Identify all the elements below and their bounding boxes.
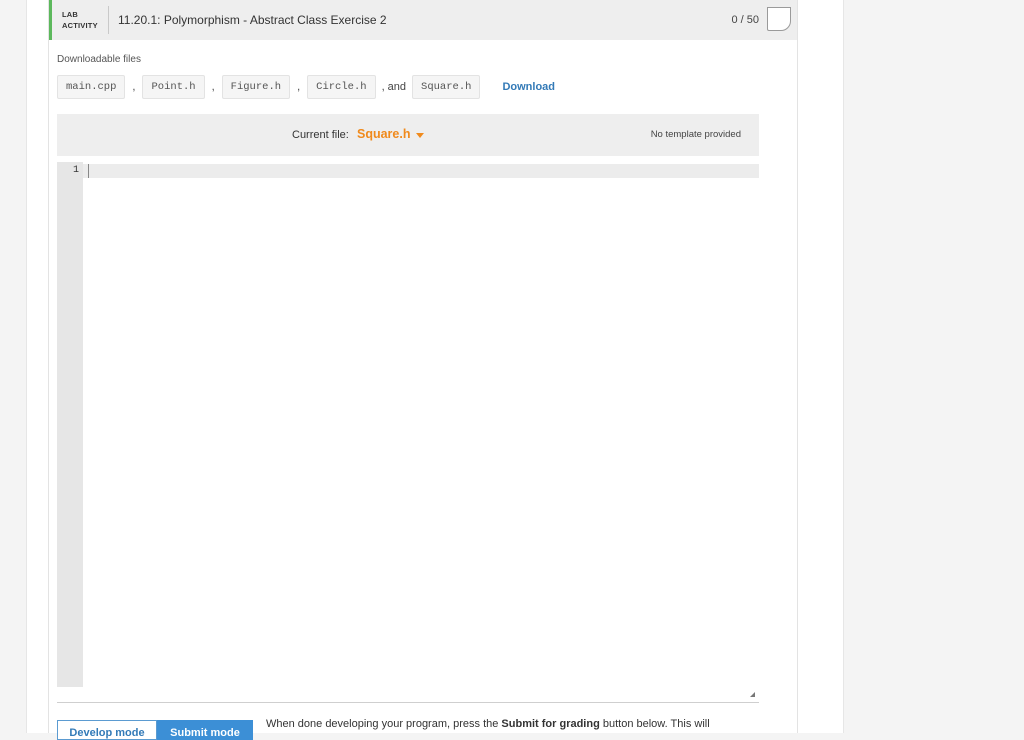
tag-line-lab: LAB xyxy=(62,10,79,19)
downloadable-files-list: main.cpp , Point.h , Figure.h , Circle.h… xyxy=(57,75,555,99)
mode-tabs: Develop mode Submit mode xyxy=(57,720,253,740)
submit-note-prefix: When done developing your program, press… xyxy=(266,718,502,730)
lab-activity-panel: LAB ACTIVITY 11.20.1: Polymorphism - Abs… xyxy=(48,0,798,740)
activity-type-tag: LAB ACTIVITY xyxy=(62,9,98,31)
activity-title: 11.20.1: Polymorphism - Abstract Class E… xyxy=(118,13,387,27)
file-square-h[interactable]: Square.h xyxy=(412,75,481,99)
file-point-h[interactable]: Point.h xyxy=(142,75,205,99)
text-cursor xyxy=(88,164,89,178)
submit-note-suffix: button below. This will xyxy=(599,718,710,730)
file-main-cpp[interactable]: main.cpp xyxy=(57,75,126,99)
code-input-area[interactable] xyxy=(83,178,759,687)
develop-mode-tab[interactable]: Develop mode xyxy=(57,720,157,740)
resize-handle-icon[interactable] xyxy=(750,692,755,697)
editor-toolbar: Current file: Square.h No template provi… xyxy=(57,114,759,156)
active-line-highlight[interactable] xyxy=(83,164,759,178)
file-separator: , xyxy=(297,81,301,93)
submit-mode-tab[interactable]: Submit mode xyxy=(157,720,253,740)
chevron-down-icon[interactable] xyxy=(416,133,424,138)
code-editor: Current file: Square.h No template provi… xyxy=(57,114,759,703)
activity-header: LAB ACTIVITY 11.20.1: Polymorphism - Abs… xyxy=(49,0,797,40)
completion-badge-icon xyxy=(767,7,791,31)
current-file-dropdown[interactable]: Square.h xyxy=(357,127,411,141)
file-separator-and: , and xyxy=(381,81,407,93)
file-separator: , xyxy=(211,81,215,93)
current-file-label: Current file: xyxy=(292,129,349,141)
line-number-gutter xyxy=(57,162,83,687)
file-figure-h[interactable]: Figure.h xyxy=(221,75,291,99)
score-text: 0 / 50 xyxy=(731,14,759,26)
submit-note-bold: Submit for grading xyxy=(501,718,600,730)
file-separator: , xyxy=(132,81,136,93)
file-circle-h[interactable]: Circle.h xyxy=(307,75,376,99)
submit-instructions: When done developing your program, press… xyxy=(266,718,710,730)
downloadable-files-label: Downloadable files xyxy=(57,54,141,65)
header-divider xyxy=(108,6,109,34)
no-template-text: No template provided xyxy=(650,129,741,140)
line-number: 1 xyxy=(72,165,79,176)
tag-line-activity: ACTIVITY xyxy=(62,21,98,30)
download-link[interactable]: Download xyxy=(502,81,555,93)
